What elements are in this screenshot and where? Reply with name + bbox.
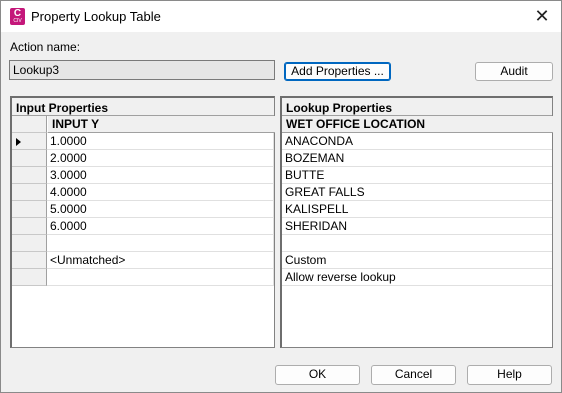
add-properties-button[interactable]: Add Properties ... <box>284 62 391 81</box>
help-button[interactable]: Help <box>467 365 552 385</box>
lookup-cell[interactable]: BOZEMAN <box>282 150 552 167</box>
row-header[interactable] <box>12 133 47 150</box>
row-header[interactable] <box>12 150 47 167</box>
lookup-cell[interactable]: KALISPELL <box>282 201 552 218</box>
row-header[interactable] <box>12 201 47 218</box>
table-row[interactable]: 3.0000 <box>12 167 274 184</box>
table-row[interactable]: Allow reverse lookup <box>282 269 552 286</box>
input-cell[interactable] <box>48 269 274 286</box>
lookup-cell[interactable]: ANACONDA <box>282 133 552 150</box>
wet-office-location-column-header[interactable]: WET OFFICE LOCATION <box>282 116 553 133</box>
row-header[interactable] <box>12 235 47 252</box>
table-row[interactable]: GREAT FALLS <box>282 184 552 201</box>
row-header[interactable] <box>12 269 47 286</box>
table-row[interactable]: SHERIDAN <box>282 218 552 235</box>
input-cell[interactable]: 5.0000 <box>48 201 274 218</box>
table-row[interactable]: 2.0000 <box>12 150 274 167</box>
input-y-column-header[interactable]: INPUT Y <box>48 116 275 133</box>
lookup-cell[interactable]: SHERIDAN <box>282 218 552 235</box>
row-header[interactable] <box>12 218 47 235</box>
action-name-label: Action name: <box>10 40 81 54</box>
action-name-field[interactable]: Lookup3 <box>9 60 275 80</box>
input-header-row: INPUT Y <box>12 116 275 133</box>
civil3d-app-icon: C CIV <box>10 8 25 25</box>
row-header <box>12 116 47 133</box>
input-properties-panel: Input Properties INPUT Y 1.0000 2.0000 3… <box>10 96 275 348</box>
lookup-header-row: WET OFFICE LOCATION <box>282 116 553 133</box>
table-row[interactable]: 6.0000 <box>12 218 274 235</box>
table-row[interactable]: <Unmatched> <box>12 252 274 269</box>
row-header[interactable] <box>12 184 47 201</box>
lookup-properties-caption: Lookup Properties <box>282 98 552 116</box>
input-properties-caption: Input Properties <box>12 98 274 116</box>
ok-button[interactable]: OK <box>275 365 360 385</box>
lookup-cell-custom[interactable]: Custom <box>282 252 552 269</box>
window-title: Property Lookup Table <box>31 9 161 24</box>
input-cell-unmatched[interactable]: <Unmatched> <box>48 252 274 269</box>
lookup-properties-panel: Lookup Properties WET OFFICE LOCATION AN… <box>280 96 553 348</box>
table-row[interactable] <box>12 235 274 252</box>
row-header[interactable] <box>12 167 47 184</box>
current-row-arrow-icon <box>16 138 21 146</box>
audit-button[interactable]: Audit <box>475 62 553 81</box>
lookup-cell[interactable] <box>282 235 552 252</box>
table-row[interactable] <box>12 269 274 286</box>
input-cell[interactable] <box>48 235 274 252</box>
table-row[interactable]: BOZEMAN <box>282 150 552 167</box>
input-cell[interactable]: 1.0000 <box>48 133 274 150</box>
lookup-cell[interactable]: GREAT FALLS <box>282 184 552 201</box>
allow-reverse-lookup-cell[interactable]: Allow reverse lookup <box>282 269 552 286</box>
input-cell[interactable]: 2.0000 <box>48 150 274 167</box>
table-row[interactable]: ANACONDA <box>282 133 552 150</box>
table-row[interactable] <box>282 235 552 252</box>
table-row[interactable]: BUTTE <box>282 167 552 184</box>
close-icon[interactable]: ✕ <box>531 6 553 26</box>
table-row[interactable]: 4.0000 <box>12 184 274 201</box>
table-row[interactable]: 5.0000 <box>12 201 274 218</box>
lookup-cell[interactable]: BUTTE <box>282 167 552 184</box>
table-row[interactable]: Custom <box>282 252 552 269</box>
property-lookup-table-dialog: C CIV Property Lookup Table ✕ Action nam… <box>0 0 562 393</box>
input-cell[interactable]: 4.0000 <box>48 184 274 201</box>
input-cell[interactable]: 6.0000 <box>48 218 274 235</box>
input-cell[interactable]: 3.0000 <box>48 167 274 184</box>
row-header[interactable] <box>12 252 47 269</box>
table-row[interactable]: KALISPELL <box>282 201 552 218</box>
table-row[interactable]: 1.0000 <box>12 133 274 150</box>
cancel-button[interactable]: Cancel <box>371 365 456 385</box>
title-bar[interactable]: C CIV Property Lookup Table ✕ <box>1 1 561 32</box>
